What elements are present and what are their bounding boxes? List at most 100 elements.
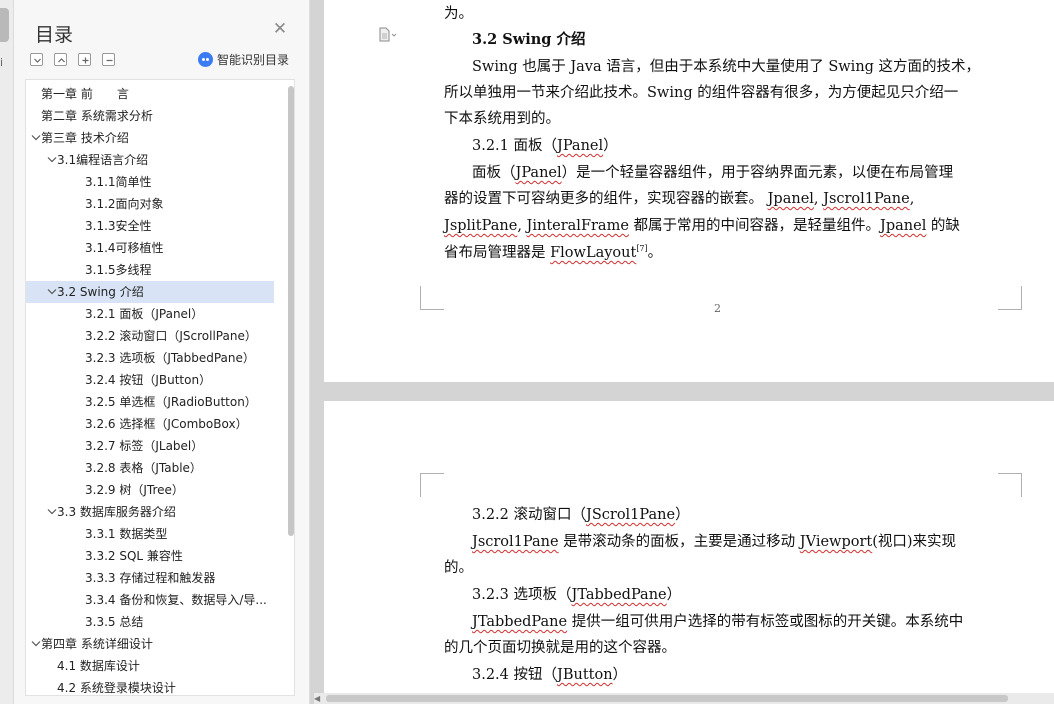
toc-item-label: 3.1.2面向对象 — [85, 197, 164, 211]
toc-item[interactable]: 3.2.4 按钮（JButton） — [26, 369, 274, 391]
toc-item-label: 3.2.9 树（JTree） — [85, 483, 184, 497]
toc-item[interactable]: 3.2.2 滚动窗口（JScrollPane） — [26, 325, 274, 347]
smart-toc-label: 智能识别目录 — [217, 53, 290, 67]
text-line: Jscrol1Pane 是带滚动条的面板，主要是通过移动 JViewport(视… — [472, 534, 957, 550]
text-line: JTabbedPane 提供一组可供用户选择的带有标签或图标的开关键。本系统中 — [472, 614, 964, 630]
page-margin-marker — [420, 286, 444, 310]
toc-item[interactable]: 3.2.6 选择框（JComboBox） — [26, 413, 274, 435]
horizontal-scrollbar[interactable]: ◀ — [314, 693, 1054, 704]
toc-item-label: 3.1编程语言介绍 — [57, 153, 149, 167]
toc-item-label: 第二章 系统需求分析 — [41, 109, 153, 123]
toc-item-label: 3.3.3 存储过程和触发器 — [85, 571, 216, 585]
toc-item[interactable]: 3.3.1 数据类型 — [26, 523, 274, 545]
toc-toolbar — [30, 53, 115, 67]
toc-item-label: 3.2.5 单选框（JRadioButton） — [85, 395, 257, 409]
toc-item[interactable]: 4.2 系统登录模块设计 — [26, 677, 274, 695]
toc-list: 第一章 前 言第二章 系统需求分析 第三章 技术介绍 3.1编程语言介绍 3.1.1简… — [25, 79, 295, 696]
subsection-heading: 3.2.4 按钮（JButton） — [472, 667, 628, 683]
left-edge-strip: i — [0, 0, 14, 704]
document-page-2: 3.2.2 滚动窗口（JScrol1Pane） Jscrol1Pane 是带滚动… — [324, 401, 1054, 704]
toc-item[interactable]: 3.2.8 表格（JTable） — [26, 457, 274, 479]
minus-icon — [106, 59, 113, 62]
page-margin-marker — [998, 286, 1022, 310]
toc-title: 目录 — [35, 24, 74, 46]
toc-item[interactable]: 3.1.4可移植性 — [26, 237, 274, 259]
text-line: Swing 也属于 Java 语言，但由于本系统中大量使用了 Swing 这方面… — [472, 59, 981, 75]
text-line: JsplitPane, JinteralFrame 都属于常用的中间容器，是轻量… — [444, 218, 960, 234]
toc-item-label: 3.1.1简单性 — [85, 175, 152, 189]
toc-item-label: 第一章 前 言 — [41, 87, 129, 101]
toc-item[interactable]: 3.1编程语言介绍 — [26, 149, 274, 171]
toc-item[interactable]: 4.1 数据库设计 — [26, 655, 274, 677]
toc-item[interactable]: 3.3 数据库服务器介绍 — [26, 501, 274, 523]
toc-panel: 目录 ✕ 智能识别目录 第一章 前 言第二章 系统需求分析 第三章 技术介绍 3.1… — [14, 0, 310, 704]
toc-item-label: 3.2 Swing 介绍 — [57, 285, 144, 299]
subsection-heading: 3.2.1 面板（JPanel） — [472, 138, 618, 154]
toc-item[interactable]: 第三章 技术介绍 — [26, 127, 274, 149]
toc-item-label: 第三章 技术介绍 — [41, 131, 129, 145]
toc-scrollbar[interactable] — [288, 86, 294, 536]
document-page-1: 为。 3.2 Swing 介绍 Swing 也属于 Java 语言，但由于本系统… — [324, 0, 1054, 382]
page-margin-marker — [998, 473, 1022, 497]
text-line: 所以单独用一节来介绍此技术。Swing 的组件容器有很多，为方便起见只介绍一 — [444, 85, 959, 101]
toc-item[interactable]: 3.1.3安全性 — [26, 215, 274, 237]
toc-item[interactable]: 3.2.5 单选框（JRadioButton） — [26, 391, 274, 413]
expand-all-button[interactable] — [30, 53, 43, 66]
smart-toc-button[interactable]: 智能识别目录 — [198, 51, 289, 68]
document-area: 为。 3.2 Swing 介绍 Swing 也属于 Java 语言，但由于本系统… — [324, 0, 1054, 704]
text-line: 面板（JPanel）是一个轻量容器组件，用于容纳界面元素，以便在布局管理 — [472, 165, 954, 181]
toc-item[interactable]: 3.1.5多线程 — [26, 259, 274, 281]
close-icon[interactable]: ✕ — [271, 20, 289, 38]
toc-item[interactable]: 第四章 系统详细设计 — [26, 633, 274, 655]
toc-item-label: 3.2.6 选择框（JComboBox） — [85, 417, 248, 431]
toc-item[interactable]: 3.1.2面向对象 — [26, 193, 274, 215]
toc-item[interactable]: 3.2 Swing 介绍 — [26, 281, 274, 303]
toc-item-label: 3.1.5多线程 — [85, 263, 152, 277]
document-icon[interactable] — [378, 27, 396, 43]
toc-item-label: 3.3.1 数据类型 — [85, 527, 168, 541]
text-line: 的几个页面切换就是用的这个容器。 — [444, 640, 676, 656]
remove-heading-button[interactable] — [102, 53, 115, 66]
text-line: 下本系统用到的。 — [444, 111, 560, 127]
chevron-up-icon — [58, 58, 65, 63]
toc-item[interactable]: 3.2.3 选项板（JTabbedPane） — [26, 347, 274, 369]
toc-item[interactable]: 第二章 系统需求分析 — [26, 105, 274, 127]
subsection-heading: 3.2.3 选项板（JTabbedPane） — [472, 587, 682, 603]
toc-item-label: 3.3.2 SQL 兼容性 — [85, 549, 183, 563]
toc-item[interactable]: 3.3.4 备份和恢复、数据导入/导... — [26, 589, 274, 611]
toc-item[interactable]: 3.2.1 面板（JPanel） — [26, 303, 274, 325]
toc-item-label: 4.1 数据库设计 — [57, 659, 140, 673]
toc-item-label: 3.3 数据库服务器介绍 — [57, 505, 176, 519]
scroll-left-icon[interactable]: ◀ — [314, 694, 320, 703]
toc-item[interactable]: 3.3.3 存储过程和触发器 — [26, 567, 274, 589]
text-line: 的。 — [444, 560, 473, 576]
toc-item-label: 3.3.4 备份和恢复、数据导入/导... — [85, 593, 267, 607]
toc-item[interactable]: 3.1.1简单性 — [26, 171, 274, 193]
page-margin-marker — [420, 473, 444, 497]
page-number: 2 — [714, 302, 721, 315]
chevron-down-icon — [34, 58, 41, 63]
toc-item-label: 第四章 系统详细设计 — [41, 637, 153, 651]
toc-item[interactable]: 3.3.2 SQL 兼容性 — [26, 545, 274, 567]
subsection-heading: 3.2.2 滚动窗口（JScrol1Pane） — [472, 507, 690, 523]
add-heading-button[interactable] — [78, 53, 91, 66]
scrollbar-thumb[interactable] — [326, 695, 1008, 702]
toc-item[interactable]: 3.2.9 树（JTree） — [26, 479, 274, 501]
section-heading: 3.2 Swing 介绍 — [472, 31, 586, 48]
toc-item-label: 3.2.3 选项板（JTabbedPane） — [85, 351, 255, 365]
ai-robot-icon — [198, 52, 213, 67]
toc-item-label: 3.1.4可移植性 — [85, 241, 164, 255]
strip-marker: i — [0, 56, 4, 69]
text-line: 器的设置下可容纳更多的组件，实现容器的嵌套。 Jpanel, Jscrol1Pa… — [444, 191, 915, 207]
collapse-all-button[interactable] — [54, 53, 67, 66]
toc-item-label: 4.2 系统登录模块设计 — [57, 681, 176, 695]
toc-item-label: 3.1.3安全性 — [85, 219, 152, 233]
toc-item[interactable]: 3.3.5 总结 — [26, 611, 274, 633]
toc-item-label: 3.2.4 按钮（JButton） — [85, 373, 212, 387]
toc-item-label: 3.3.5 总结 — [85, 615, 144, 629]
toc-item-label: 3.2.2 滚动窗口（JScrollPane） — [85, 329, 257, 343]
toc-item[interactable]: 3.2.7 标签（JLabel） — [26, 435, 274, 457]
plus-icon — [82, 57, 89, 64]
panel-collapse-handle[interactable] — [0, 8, 9, 42]
toc-item[interactable]: 第一章 前 言 — [26, 83, 274, 105]
